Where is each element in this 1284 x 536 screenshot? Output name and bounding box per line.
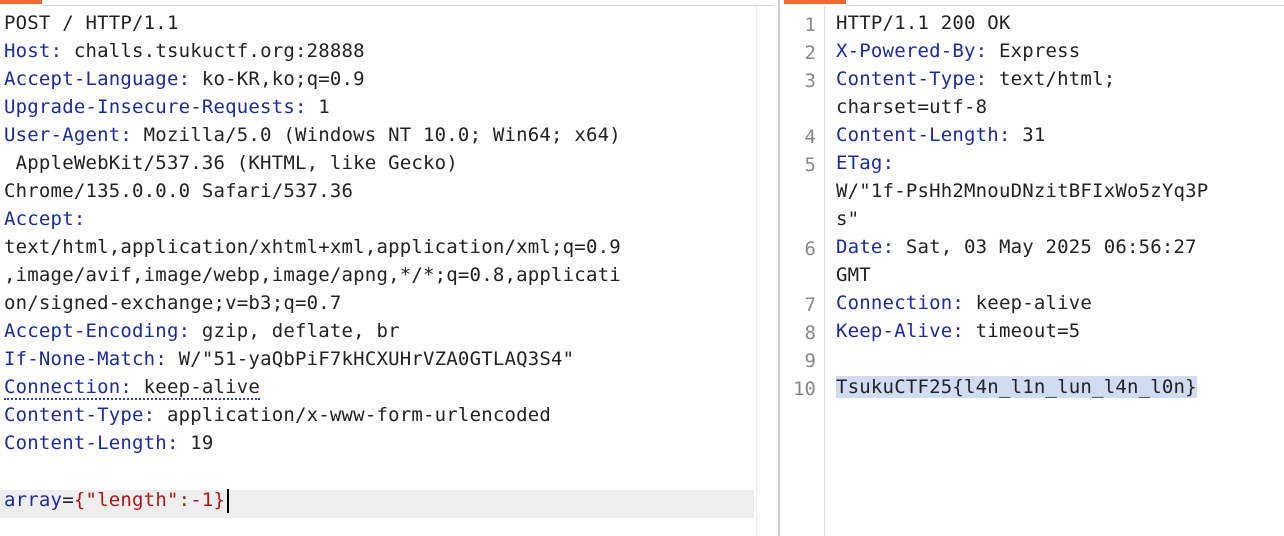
header-name: ETag [836, 152, 883, 174]
header-user-agent-wrap: AppleWebKit/537.36 (KHTML, like Gecko) [4, 152, 458, 174]
header-accept-encoding: Accept-Encoding: gzip, deflate, br [4, 320, 400, 342]
header-accept: Accept: [4, 208, 86, 230]
header-value: timeout=5 [975, 320, 1081, 342]
line-number: 3 [804, 70, 816, 92]
header-name: Content-Type [4, 404, 144, 426]
resp-header-date: Date: Sat, 03 May 2025 06:56:27 [836, 236, 1197, 258]
header-value: Express [998, 40, 1081, 62]
resp-header-connection: Connection: keep-alive [836, 292, 1093, 314]
header-name: Content-Length [836, 124, 999, 146]
line-number: 9 [804, 350, 816, 372]
header-value: 31 [1022, 124, 1046, 146]
body-param-name: array [4, 489, 63, 511]
line-number: 7 [804, 294, 816, 316]
header-name: Connection [836, 292, 953, 314]
resp-header-x-powered-by: X-Powered-By: Express [836, 40, 1081, 62]
header-name: If-None-Match [4, 348, 156, 370]
header-name: Accept-Language [4, 68, 179, 90]
header-name: X-Powered-By [836, 40, 976, 62]
header-value: 1 [318, 96, 330, 118]
response-viewer[interactable]: 1 2 3 4 5 6 7 8 9 10 HTTP/1.1 200 OK X-P… [780, 0, 1284, 536]
line-number: 5 [804, 154, 816, 176]
header-value: ko-KR,ko;q=0.9 [201, 68, 365, 90]
body-param-value: {"length":-1} [73, 489, 226, 511]
header-value: challs.tsukuctf.org:28888 [73, 40, 365, 62]
line-number: 8 [804, 322, 816, 344]
header-value: gzip, deflate, br [201, 320, 400, 342]
response-body[interactable]: TsukuCTF25{l4n_l1n_lun_l4n_l0n} [836, 373, 1197, 401]
text-caret [227, 488, 230, 513]
header-content-length: Content-Length: 19 [4, 432, 214, 454]
resp-header-content-type: Content-Type: text/html; [836, 68, 1116, 90]
header-name: User-Agent [4, 124, 121, 146]
resp-header-etag-wrap: W/"1f-PsHh2MnouDNzitBFIxWo5zYq3P [836, 180, 1209, 202]
response-tab-accent [784, 0, 846, 4]
header-content-type: Content-Type: application/x-www-form-url… [4, 404, 552, 426]
line-number: 10 [793, 378, 816, 400]
request-line: POST / HTTP/1.1 [4, 12, 179, 34]
header-name: Date [836, 236, 883, 258]
header-value: text/html; [998, 68, 1116, 90]
request-scroll-edge [756, 6, 757, 536]
header-name: Connection [4, 376, 121, 398]
header-name: Host [4, 40, 51, 62]
header-value: Sat, 03 May 2025 06:56:27 [905, 236, 1197, 258]
selected-flag-text: TsukuCTF25{l4n_l1n_lun_l4n_l0n} [836, 376, 1197, 398]
resp-header-content-type-wrap: charset=utf-8 [836, 96, 988, 118]
header-accept-wrap: on/signed-exchange;v=b3;q=0.7 [4, 292, 342, 314]
connection-underline: Connection: keep-alive [4, 376, 261, 400]
header-upgrade-insecure-requests: Upgrade-Insecure-Requests: 1 [4, 96, 330, 118]
header-host: Host: challs.tsukuctf.org:28888 [4, 40, 365, 62]
header-if-none-match: If-None-Match: W/"51-yaQbPiF7kHCXUHrVZA0… [4, 348, 575, 370]
line-number: 4 [804, 126, 816, 148]
body-equals: = [62, 489, 74, 511]
resp-header-keep-alive: Keep-Alive: timeout=5 [836, 320, 1081, 342]
header-value: 19 [190, 432, 214, 454]
line-number: 2 [804, 42, 816, 64]
header-value: keep-alive [975, 292, 1093, 314]
status-line: HTTP/1.1 200 OK [836, 12, 1011, 34]
header-user-agent: User-Agent: Mozilla/5.0 (Windows NT 10.0… [4, 124, 621, 146]
header-name: Keep-Alive [836, 320, 953, 342]
header-connection: Connection: keep-alive [4, 373, 261, 401]
header-value: Mozilla/5.0 (Windows NT 10.0; Win64; x64… [143, 124, 621, 146]
header-name: Content-Type [836, 68, 976, 90]
header-name: Upgrade-Insecure-Requests [4, 96, 295, 118]
resp-header-content-length: Content-Length: 31 [836, 124, 1046, 146]
header-accept-wrap: ,image/avif,image/webp,image/apng,*/*;q=… [4, 264, 621, 286]
header-value: keep-alive [143, 376, 261, 398]
header-value: W/"51-yaQbPiF7kHCXUHrVZA0GTLAQ3S4" [178, 348, 575, 370]
header-user-agent-wrap: Chrome/135.0.0.0 Safari/537.36 [4, 180, 354, 202]
resp-header-date-wrap: GMT [836, 264, 871, 286]
header-name: Accept [4, 208, 74, 230]
request-editor[interactable]: POST / HTTP/1.1 Host: challs.tsukuctf.or… [0, 0, 778, 536]
request-body[interactable]: array={"length":-1} [4, 486, 230, 514]
resp-header-etag-wrap: s" [836, 208, 860, 230]
header-value: application/x-www-form-urlencoded [166, 404, 552, 426]
line-number-gutter [824, 6, 825, 536]
line-number: 6 [804, 238, 816, 260]
header-accept-wrap: text/html,application/xhtml+xml,applicat… [4, 236, 621, 258]
header-name: Accept-Encoding [4, 320, 179, 342]
request-top-border [42, 5, 774, 6]
line-number: 1 [804, 14, 816, 36]
header-name: Content-Length [4, 432, 167, 454]
header-accept-language: Accept-Language: ko-KR,ko;q=0.9 [4, 68, 365, 90]
request-tab-accent [0, 0, 42, 4]
resp-header-etag: ETag: [836, 152, 895, 174]
response-top-border [846, 5, 1284, 6]
